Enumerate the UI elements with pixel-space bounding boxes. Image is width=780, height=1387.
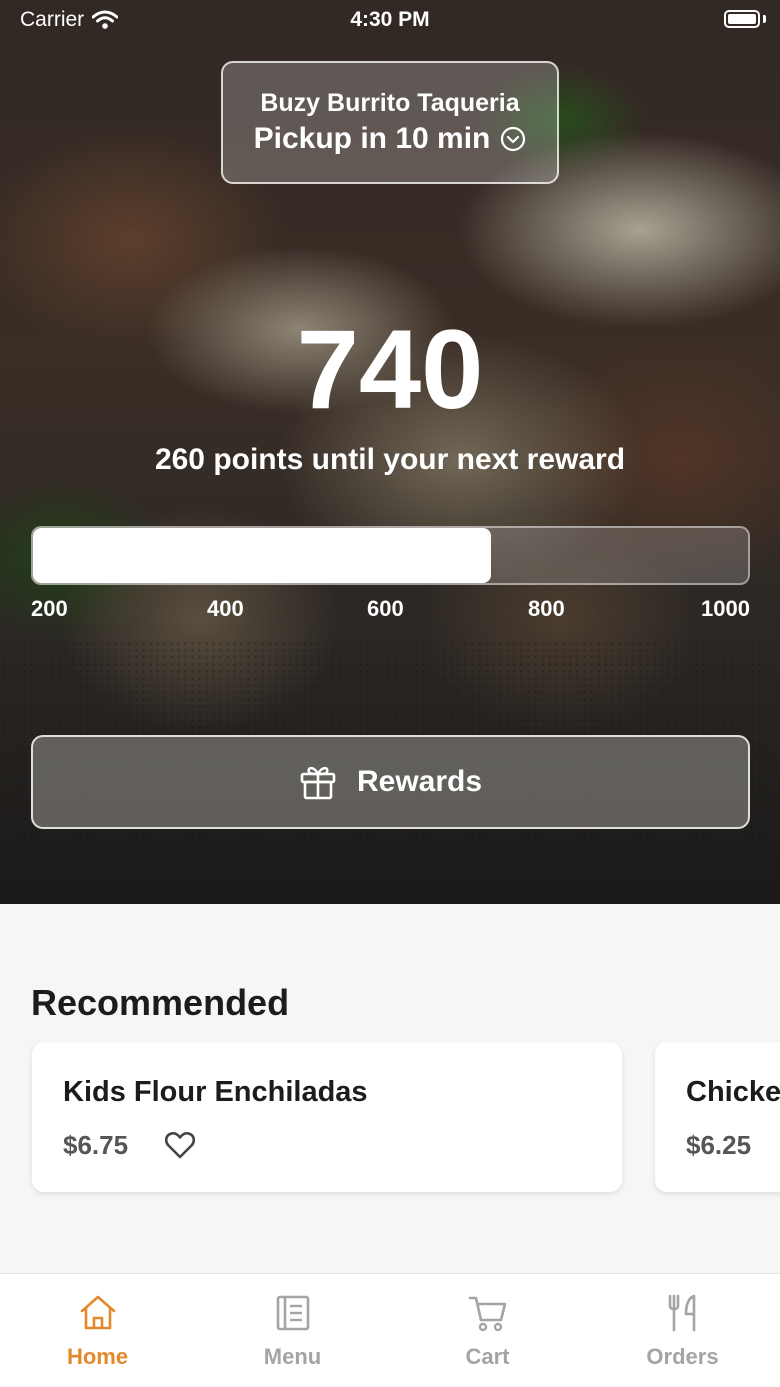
heart-icon[interactable]	[164, 1130, 196, 1160]
tab-label: Cart	[465, 1344, 510, 1369]
store-selector[interactable]: Buzy Burrito Taqueria Pickup in 10 min	[221, 61, 559, 184]
points-balance: 740	[296, 307, 484, 432]
scale-label: 200	[31, 596, 68, 621]
item-name: Kids Flour Enchiladas	[63, 1076, 368, 1108]
tab-home[interactable]: Home	[0, 1274, 195, 1387]
scale-label: 1000	[701, 596, 750, 621]
tab-bar: Home Menu Cart Orders	[0, 1273, 780, 1387]
tab-orders[interactable]: Orders	[585, 1274, 780, 1387]
tab-menu[interactable]: Menu	[195, 1274, 390, 1387]
rewards-button-label: Rewards	[356, 765, 483, 798]
store-name: Buzy Burrito Taqueria	[260, 88, 520, 117]
tab-label: Orders	[646, 1344, 719, 1369]
rewards-progress-fill	[33, 528, 491, 583]
chevron-down-circle-icon	[501, 126, 526, 151]
item-price: $6.25	[686, 1130, 752, 1160]
scale-label: 400	[207, 596, 244, 621]
pickup-time-row: Pickup in 10 min	[254, 119, 527, 159]
recommended-carousel[interactable]: Kids Flour Enchiladas $6.75 Chicke $6.25	[0, 1041, 780, 1201]
scale-label: 800	[528, 596, 565, 621]
rewards-progress-bar	[31, 526, 750, 585]
item-name: Chicke	[686, 1076, 780, 1108]
status-time: 4:30 PM	[350, 8, 430, 31]
menu-icon	[276, 1295, 309, 1331]
rewards-button[interactable]: Rewards	[31, 735, 750, 829]
cart-icon	[468, 1296, 506, 1332]
orders-icon	[668, 1294, 695, 1332]
recommended-title: Recommended	[31, 982, 290, 1023]
status-bar: Carrier 4:30 PM	[0, 0, 780, 40]
recommended-item-card[interactable]: Kids Flour Enchiladas $6.75	[32, 1042, 622, 1192]
gift-icon	[300, 766, 336, 800]
pickup-time-label: Pickup in 10 min	[253, 121, 491, 155]
scale-label: 600	[367, 596, 404, 621]
points-until-reward: 260 points until your next reward	[154, 443, 626, 476]
tab-label: Menu	[263, 1344, 322, 1369]
battery-icon	[724, 10, 760, 28]
home-icon	[80, 1295, 115, 1330]
tab-cart[interactable]: Cart	[390, 1274, 585, 1387]
tab-label: Home	[66, 1344, 129, 1369]
progress-scale: 200 400 600 800 1000	[31, 596, 750, 624]
item-price: $6.75	[63, 1130, 129, 1160]
recommended-item-card[interactable]: Chicke $6.25	[655, 1042, 780, 1192]
battery-tip	[763, 15, 766, 23]
